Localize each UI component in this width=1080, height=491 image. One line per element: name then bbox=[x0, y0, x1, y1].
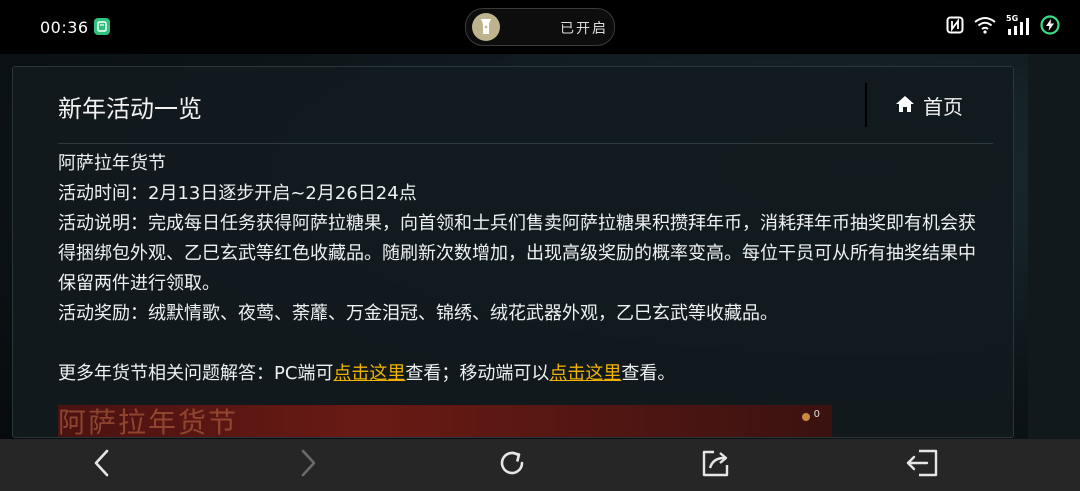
faq-suffix: 查看。 bbox=[621, 363, 676, 384]
event-banner-image: 阿萨拉年货节 0 bbox=[58, 405, 832, 437]
banner-count: 0 bbox=[813, 409, 820, 420]
reload-icon bbox=[496, 447, 528, 483]
battery-charging-icon bbox=[1040, 15, 1060, 39]
home-label: 首页 bbox=[923, 95, 963, 119]
notification-app-icon bbox=[94, 18, 110, 35]
chevron-right-icon bbox=[298, 448, 318, 482]
status-icons: 5G bbox=[946, 14, 1060, 39]
event-time: 活动时间：2月13日逐步开启~2月26日24点 bbox=[58, 183, 417, 204]
share-icon bbox=[700, 448, 732, 482]
share-button[interactable] bbox=[700, 449, 732, 481]
exit-button[interactable] bbox=[906, 449, 938, 481]
article-body: 阿萨拉年货节 活动时间：2月13日逐步开启~2月26日24点 活动说明：完成每日… bbox=[58, 149, 978, 389]
flashlight-pill[interactable]: 已开启 bbox=[465, 8, 615, 46]
cellular-signal-icon: 5G bbox=[1006, 14, 1030, 37]
back-button[interactable] bbox=[86, 449, 118, 481]
faq-prefix: 更多年货节相关问题解答：PC端可 bbox=[58, 363, 334, 384]
home-icon bbox=[895, 94, 915, 118]
faq-middle: 查看；移动端可以 bbox=[405, 363, 550, 384]
mobile-faq-link[interactable]: 点击这里 bbox=[549, 363, 621, 384]
home-button[interactable]: 首页 bbox=[895, 91, 963, 120]
banner-title: 阿萨拉年货节 bbox=[58, 406, 239, 437]
event-name: 阿萨拉年货节 bbox=[58, 153, 166, 174]
flashlight-status: 已开启 bbox=[560, 21, 608, 37]
background-strip bbox=[1028, 54, 1080, 439]
nfc-icon bbox=[946, 16, 964, 38]
status-time: 00:36 bbox=[40, 18, 89, 37]
chevron-left-icon bbox=[92, 448, 112, 482]
pc-faq-link[interactable]: 点击这里 bbox=[333, 363, 405, 384]
exit-icon bbox=[905, 448, 939, 482]
page-title: 新年活动一览 bbox=[58, 95, 202, 123]
header-divider bbox=[865, 83, 867, 127]
faq-line: 更多年货节相关问题解答：PC端可点击这里查看；移动端可以点击这里查看。 bbox=[58, 359, 978, 389]
event-description: 活动说明：完成每日任务获得阿萨拉糖果，向首领和士兵们售卖阿萨拉糖果积攒拜年币，消… bbox=[58, 213, 976, 294]
wifi-icon bbox=[974, 16, 996, 38]
forward-button[interactable] bbox=[292, 449, 324, 481]
status-bar: 00:36 已开启 5G bbox=[0, 0, 1080, 54]
panel-header: 新年活动一览 首页 bbox=[13, 67, 1013, 143]
reload-button[interactable] bbox=[496, 449, 528, 481]
event-rewards: 活动奖励：绒默情歌、夜莺、荼蘼、万金泪冠、锦绣、绒花武器外观，乙巳玄武等收藏品。 bbox=[58, 303, 778, 324]
event-panel: 新年活动一览 首页 阿萨拉年货节 活动时间：2月13日逐步开启~2月26日24点… bbox=[12, 66, 1014, 438]
flashlight-icon bbox=[472, 13, 500, 41]
coin-icon bbox=[802, 413, 810, 421]
header-divider-line bbox=[58, 143, 993, 144]
browser-navbar bbox=[0, 439, 1080, 491]
